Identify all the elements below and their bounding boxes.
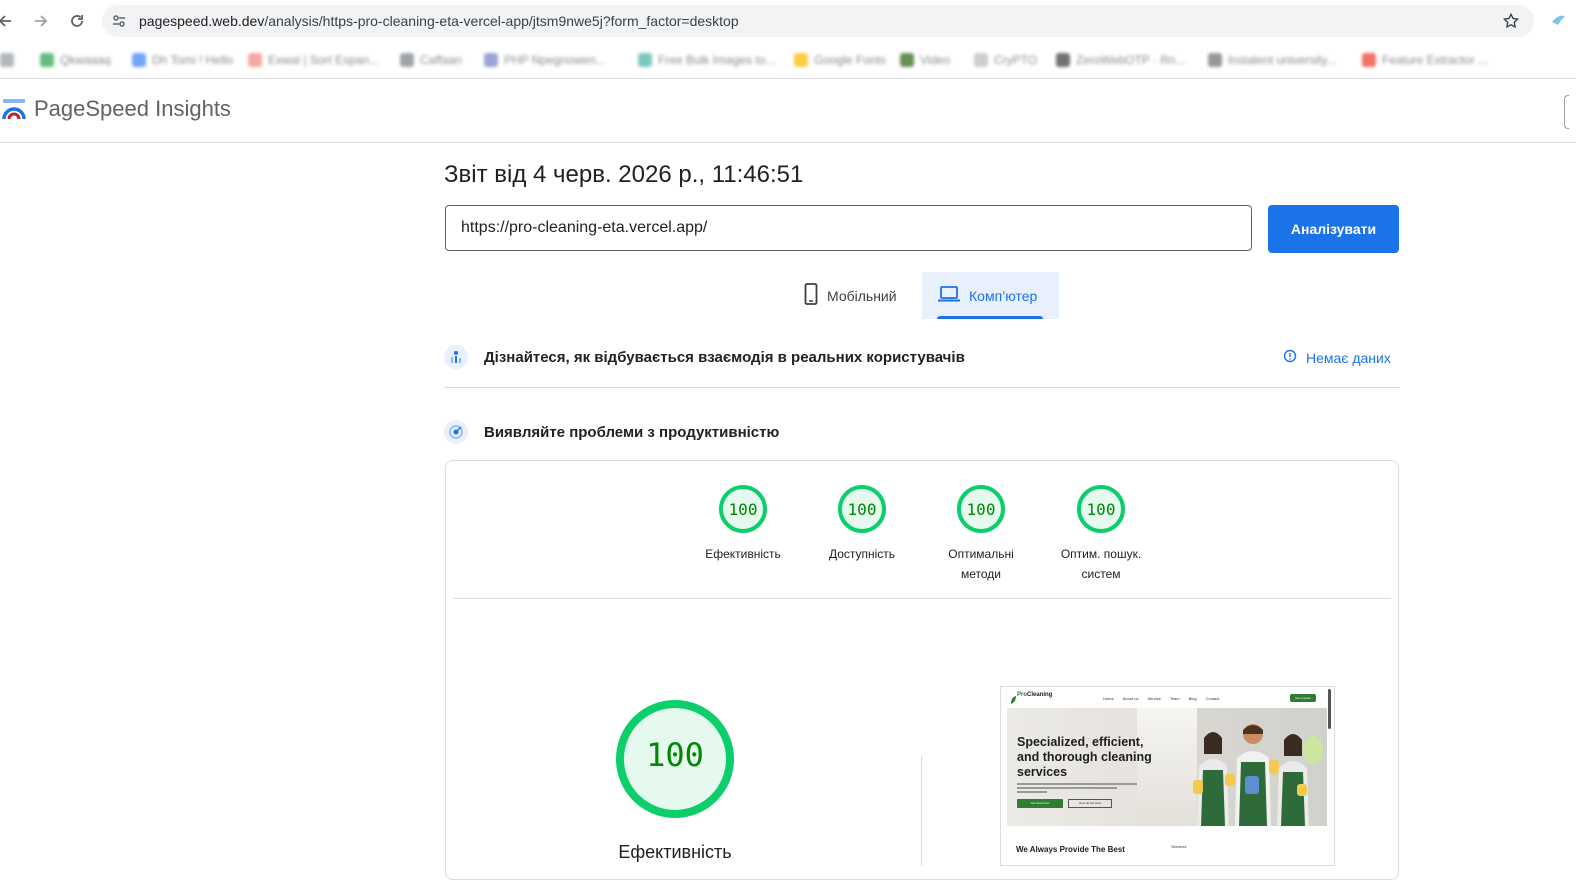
thumb-secondary-button: View all Services bbox=[1068, 799, 1112, 808]
bookmark-item[interactable]: Exwal | Sort Espan... bbox=[248, 51, 379, 69]
score-gauge-seo[interactable]: 100 Оптим. пошук. систем bbox=[1051, 484, 1151, 584]
thumb-nav-link: Blog bbox=[1188, 696, 1197, 701]
laptop-icon bbox=[938, 286, 960, 305]
bookmark-item[interactable]: CryPTO bbox=[974, 51, 1037, 69]
thumb-nav-link: Home bbox=[1103, 696, 1114, 701]
url-path: /analysis/https-pro-cleaning-eta-vercel-… bbox=[264, 13, 739, 29]
score-label: Оптим. пошук. систем bbox=[1060, 547, 1142, 581]
crux-heading: Дізнайтеся, як відбувається взаємодія в … bbox=[484, 348, 965, 366]
vertical-divider bbox=[921, 756, 922, 866]
url-text: pagespeed.web.dev/analysis/https-pro-cle… bbox=[139, 13, 739, 29]
tab-active-indicator bbox=[937, 316, 1043, 319]
bookmark-item[interactable]: Dh Tomi ! Hello bbox=[132, 51, 233, 69]
back-icon[interactable] bbox=[0, 10, 16, 32]
bookmark-item[interactable]: PHP Npegnowen... bbox=[484, 51, 606, 69]
big-score-value: 100 bbox=[646, 736, 704, 774]
tab-label: Мобільний bbox=[827, 287, 897, 304]
score-value: 100 bbox=[847, 500, 877, 519]
url-input[interactable] bbox=[445, 205, 1252, 251]
big-score-label: Ефективність bbox=[618, 842, 732, 862]
score-value: 100 bbox=[966, 500, 996, 519]
no-data-label: Немає даних bbox=[1306, 349, 1391, 366]
report-title: Звіт від 4 черв. 2026 р., 11:46:51 bbox=[444, 161, 804, 188]
app-title[interactable]: PageSpeed Insights bbox=[34, 96, 231, 122]
thumb-logo: ProCleaning bbox=[1017, 692, 1053, 698]
thumb-nav-link: Contact bbox=[1205, 696, 1220, 701]
header-edge-control bbox=[1564, 95, 1569, 129]
site-settings-icon[interactable] bbox=[111, 13, 127, 34]
users-chart-icon bbox=[444, 345, 468, 369]
score-label: Ефективність bbox=[705, 547, 781, 561]
bookmark-item[interactable]: Instalent university... bbox=[1208, 51, 1337, 69]
bookmark-item[interactable]: Caffaan bbox=[400, 51, 462, 69]
diagnostics-icon bbox=[444, 420, 468, 444]
bookmark-item[interactable]: Feature Extractor ... bbox=[1362, 51, 1488, 69]
thumb-nav-link: Team bbox=[1169, 696, 1180, 701]
smartphone-icon bbox=[804, 283, 818, 308]
score-gauge-accessibility[interactable]: 100 Доступність bbox=[812, 484, 912, 564]
tab-label: Комп’ютер bbox=[969, 287, 1038, 304]
forward-icon[interactable] bbox=[30, 10, 52, 32]
performance-big-gauge: 100 bbox=[614, 698, 736, 820]
bookmark-item[interactable]: Free Bulk Images to... bbox=[638, 51, 775, 69]
score-value: 100 bbox=[1086, 500, 1116, 519]
thumb-cta: Get a quote bbox=[1290, 694, 1316, 702]
card-divider bbox=[453, 598, 1391, 599]
thumb-section-heading: We Always Provide The Best bbox=[1016, 845, 1125, 854]
thumb-nav-link: About us bbox=[1122, 696, 1139, 701]
cleaners-photo-icon bbox=[1193, 724, 1323, 826]
app-header: PageSpeed Insights bbox=[0, 79, 1576, 143]
bookmark-item[interactable]: Qkwaaaq bbox=[40, 51, 111, 69]
score-value: 100 bbox=[728, 500, 758, 519]
score-gauge-best-practices[interactable]: 100 Оптимальні методи bbox=[931, 484, 1031, 584]
extension-icon[interactable] bbox=[1550, 12, 1566, 33]
address-bar[interactable]: pagespeed.web.dev/analysis/https-pro-cle… bbox=[102, 5, 1534, 37]
section-divider bbox=[444, 387, 1400, 388]
score-label: Оптимальні методи bbox=[948, 547, 1014, 581]
bookmark-item[interactable]: ZeroWebOTP · Rn... bbox=[1056, 51, 1186, 69]
bookmark-item[interactable]: Google Fonts bbox=[794, 51, 886, 69]
crux-section-header: Дізнайтеся, як відбувається взаємодія в … bbox=[444, 344, 1400, 370]
lab-section-header: Виявляйте проблеми з продуктивністю bbox=[444, 419, 1400, 445]
bookmark-item[interactable] bbox=[0, 51, 14, 69]
thumb-hero-text bbox=[1017, 783, 1147, 793]
info-icon bbox=[1283, 349, 1297, 366]
tab-desktop[interactable]: Комп’ютер bbox=[922, 272, 1059, 319]
thumb-scrollbar bbox=[1328, 689, 1331, 729]
bookmark-star-icon[interactable] bbox=[1502, 12, 1520, 35]
thumb-navbar: ProCleaning Home About us Service Team B… bbox=[1001, 687, 1334, 707]
tab-mobile[interactable]: Мобільний bbox=[788, 272, 920, 319]
thumb-hero: Specialized, efficient, and thorough cle… bbox=[1007, 708, 1327, 826]
score-gauge-performance[interactable]: 100 Ефективність bbox=[693, 484, 793, 564]
url-host: pagespeed.web.dev bbox=[139, 13, 265, 29]
thumb-section-label: Services bbox=[1171, 844, 1187, 849]
thumb-nav-links: Home About us Service Team Blog Contact bbox=[1103, 696, 1219, 701]
no-data-link[interactable]: Немає даних bbox=[1283, 349, 1391, 366]
bookmark-item[interactable]: Video bbox=[900, 51, 950, 69]
analyze-button[interactable]: Аналізувати bbox=[1268, 205, 1399, 253]
reload-icon[interactable] bbox=[66, 10, 88, 32]
pagespeed-logo-icon[interactable] bbox=[2, 97, 28, 126]
thumb-hero-heading: Specialized, efficient, and thorough cle… bbox=[1017, 735, 1152, 779]
final-screenshot: ProCleaning Home About us Service Team B… bbox=[1000, 686, 1335, 866]
lab-heading: Виявляйте проблеми з продуктивністю bbox=[484, 423, 780, 441]
browser-toolbar: pagespeed.web.dev/analysis/https-pro-cle… bbox=[0, 0, 1576, 42]
thumb-nav-link: Service bbox=[1147, 696, 1161, 701]
thumb-primary-button: Get Start Now bbox=[1017, 799, 1063, 808]
score-label: Доступність bbox=[828, 547, 896, 561]
bookmarks-bar: Qkwaaaq Dh Tomi ! Hello Exwal | Sort Esp… bbox=[0, 42, 1576, 106]
